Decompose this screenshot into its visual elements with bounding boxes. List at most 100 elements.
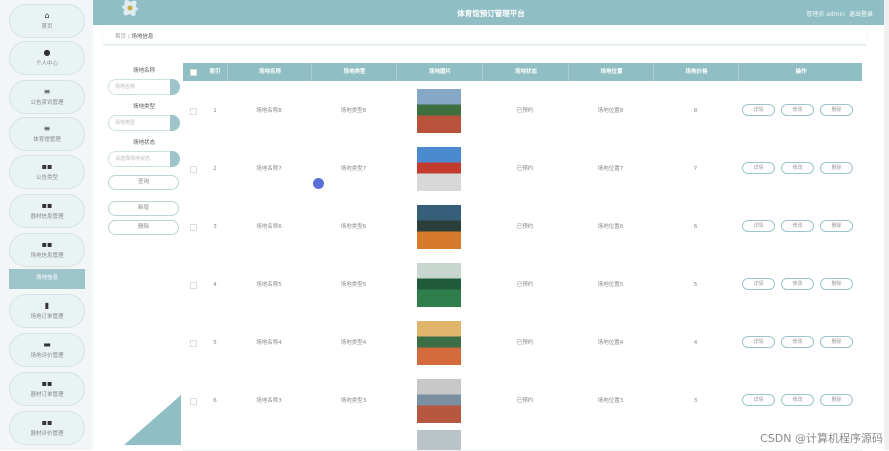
grid-icon: ▪▪ (41, 379, 53, 388)
scrollbar[interactable] (884, 0, 889, 450)
breadcrumb-home[interactable]: 首页 (115, 34, 126, 40)
col-status: 场地状态 (482, 63, 569, 81)
header-bar: 体育馆预订管理平台 管理员 admin 退出登录 (93, 0, 889, 25)
sidebar-item-label: 场地订单管理 (30, 314, 64, 320)
row-checkbox[interactable] (190, 340, 197, 347)
add-button[interactable]: 新增 (108, 201, 179, 216)
cell-location: 场地位置8 (597, 108, 624, 114)
name-filter-placeholder: 场地名称 (115, 84, 136, 90)
edit-button[interactable]: 修改 (781, 162, 814, 174)
detail-button[interactable]: 详情 (742, 394, 775, 406)
delete-button[interactable]: 删除 (820, 104, 853, 116)
sidebar-item-venue-reviews[interactable]: ▬ 场地评价管理 (9, 333, 85, 367)
sidebar: ⌂ 首页 ● 个人中心 ≡ 公告资讯管理 ≡ 体育馆管理 ▪▪ 公告类型 ▪▪ … (0, 0, 93, 450)
sidebar-item-venue-info[interactable]: 场地信息 (9, 269, 85, 289)
breadcrumb: 首页 / 场地信息 (103, 29, 866, 45)
edit-button[interactable]: 修改 (781, 220, 814, 232)
row-checkbox[interactable] (190, 282, 197, 289)
status-filter-placeholder: 请选择场地状态 (115, 156, 151, 162)
table-row: 3 场地名称6 场地类型6 已预约 场地位置6 6 详情 修改 删除 (183, 198, 862, 257)
sidebar-item-venue-manage[interactable]: ▪▪ 场地信息管理 (9, 233, 85, 267)
edit-button[interactable]: 修改 (781, 394, 814, 406)
detail-button[interactable]: 详情 (742, 220, 775, 232)
sidebar-item-venue-orders[interactable]: ▮ 场地订单管理 (9, 294, 85, 328)
corner-decoration (124, 395, 181, 445)
row-checkbox[interactable] (190, 398, 197, 405)
detail-button[interactable]: 详情 (742, 278, 775, 290)
sidebar-item-home[interactable]: ⌂ 首页 (9, 4, 85, 38)
type-filter-input[interactable]: 场地类型 (108, 115, 180, 131)
breadcrumb-separator: / (127, 34, 130, 40)
cell-type: 场地类型3 (340, 398, 367, 404)
cell-status: 已预约 (516, 282, 534, 288)
name-filter-input[interactable]: 场地名称 (108, 79, 180, 95)
sidebar-item-equipment-orders[interactable]: ▪▪ 器材订单管理 (9, 372, 85, 406)
status-filter-label: 场地状态 (132, 140, 155, 146)
col-price: 场地价格 (653, 63, 739, 81)
cell-index: 1 (213, 108, 217, 114)
list-icon: ≡ (43, 124, 51, 133)
select-all-checkbox[interactable] (190, 69, 197, 76)
list-icon: ≡ (43, 87, 51, 96)
grid-icon: ▪▪ (41, 162, 53, 171)
row-checkbox[interactable] (190, 166, 197, 173)
edit-button[interactable]: 修改 (781, 104, 814, 116)
detail-button[interactable]: 详情 (742, 104, 775, 116)
home-icon: ⌂ (44, 11, 50, 20)
cell-index: 5 (213, 340, 217, 346)
delete-button[interactable]: 删除 (820, 336, 853, 348)
cell-location: 场地位置6 (597, 224, 624, 230)
sidebar-item-gym[interactable]: ≡ 体育馆管理 (9, 117, 85, 151)
cell-name: 场地名称7 (256, 166, 282, 172)
type-filter-label: 场地类型 (132, 104, 155, 110)
grid-icon: ▪▪ (41, 418, 53, 427)
table-row: 4 场地名称5 场地类型5 已预约 场地位置5 5 详情 修改 删除 (183, 256, 862, 315)
cell-status: 已预约 (516, 108, 534, 114)
edit-button[interactable]: 修改 (781, 278, 814, 290)
sidebar-item-label: 场地信息 (35, 275, 58, 281)
batch-delete-button[interactable]: 删除 (108, 220, 179, 235)
sidebar-item-notice-type[interactable]: ▪▪ 公告类型 (9, 155, 85, 189)
cell-location: 场地位置4 (597, 340, 624, 346)
cell-location: 场地位置7 (597, 166, 624, 172)
cell-location: 场地位置3 (597, 398, 624, 404)
delete-button[interactable]: 删除 (820, 162, 853, 174)
delete-button[interactable]: 删除 (820, 394, 853, 406)
cell-name: 场地名称5 (256, 282, 282, 288)
cell-type: 场地类型7 (340, 166, 367, 172)
sidebar-item-notice[interactable]: ≡ 公告资讯管理 (9, 80, 85, 114)
row-checkbox[interactable] (190, 108, 197, 115)
delete-button[interactable]: 删除 (820, 220, 853, 232)
table-row: 2 场地名称7 场地类型7 已预约 场地位置7 7 详情 修改 删除 (183, 140, 862, 199)
table-row: 6 场地名称3 场地类型3 已预约 场地位置3 3 详情 修改 删除 (183, 372, 862, 431)
sidebar-item-label: 器材评价管理 (30, 431, 64, 437)
sidebar-item-label: 器材订单管理 (30, 392, 64, 398)
sidebar-item-label: 场地信息管理 (30, 253, 64, 259)
sidebar-item-label: 场地评价管理 (30, 353, 64, 359)
cell-location: 场地位置5 (597, 282, 624, 288)
col-index: 索引 (209, 69, 221, 75)
logout-link[interactable]: 退出登录 (849, 9, 873, 18)
detail-button[interactable]: 详情 (742, 162, 775, 174)
cell-name: 场地名称3 (256, 398, 282, 404)
cell-price: 4 (693, 340, 698, 346)
cell-name: 场地名称4 (256, 340, 282, 346)
mouse-cursor (313, 178, 324, 189)
search-button[interactable]: 查询 (108, 175, 179, 190)
delete-button[interactable]: 删除 (820, 278, 853, 290)
row-checkbox[interactable] (190, 224, 197, 231)
cell-price: 8 (693, 108, 698, 114)
watermark: CSDN @计算机程序源码 (760, 432, 883, 445)
edit-button[interactable]: 修改 (781, 336, 814, 348)
col-type: 场地类型 (311, 63, 397, 81)
sidebar-item-equipment-reviews[interactable]: ▪▪ 器材评价管理 (9, 411, 85, 445)
sidebar-item-label: 个人中心 (35, 61, 58, 67)
sidebar-item-profile[interactable]: ● 个人中心 (9, 41, 85, 75)
sidebar-item-equipment[interactable]: ▪▪ 器材信息管理 (9, 194, 85, 228)
col-image: 场地图片 (396, 63, 483, 81)
col-name: 场地名称 (227, 63, 312, 81)
cell-type: 场地类型6 (340, 224, 367, 230)
cell-index: 6 (213, 398, 217, 404)
detail-button[interactable]: 详情 (742, 336, 775, 348)
status-filter-select[interactable]: 请选择场地状态 (108, 151, 180, 167)
